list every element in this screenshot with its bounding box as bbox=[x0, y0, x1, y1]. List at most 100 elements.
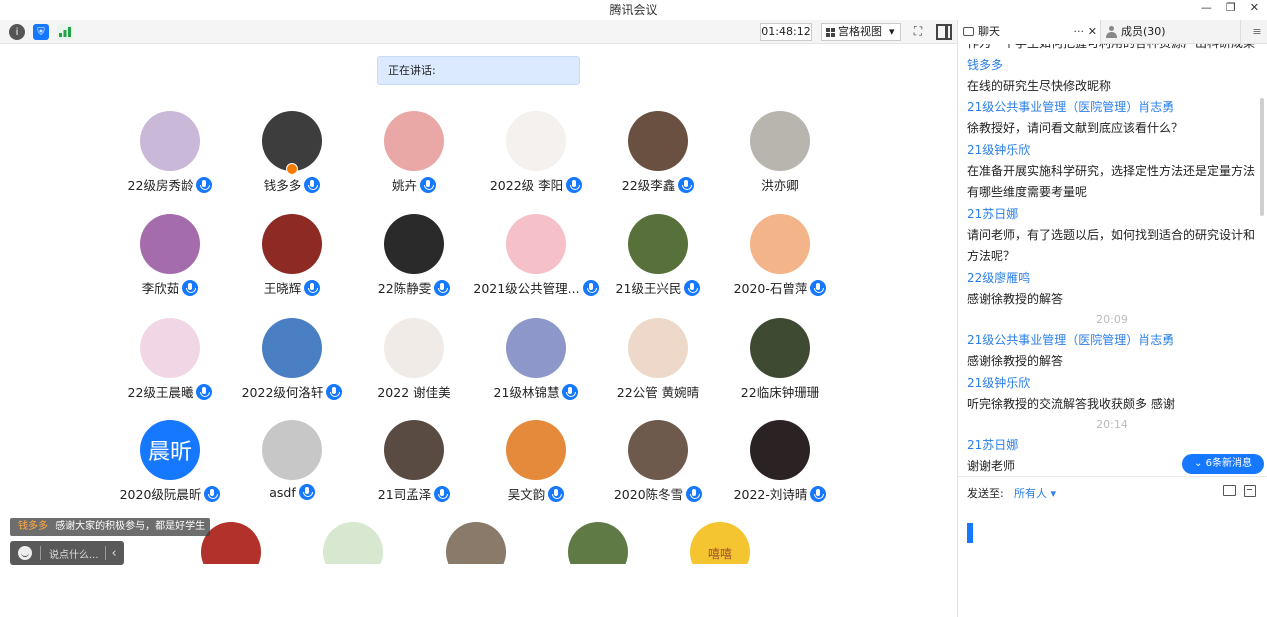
participant-tile[interactable]: 21级林锦慧 bbox=[466, 318, 606, 418]
avatar bbox=[628, 318, 688, 378]
chat-message-text: 徐教授好，请问看文献到底应该看什么？ bbox=[967, 121, 1184, 135]
participant-tile[interactable]: 22临床钟珊珊 bbox=[710, 318, 850, 418]
participant-tile[interactable] bbox=[446, 522, 506, 564]
sidebar-toggle-icon[interactable] bbox=[936, 24, 952, 40]
participant-tile[interactable]: 嘻嘻 bbox=[690, 522, 750, 564]
participant-tile[interactable] bbox=[568, 522, 628, 564]
avatar bbox=[506, 318, 566, 378]
fullscreen-icon[interactable]: ⛶ bbox=[910, 24, 926, 40]
participant-tile[interactable]: 2022-刘诗晴 bbox=[710, 420, 850, 520]
send-to-dropdown[interactable]: 所有人 ▾ bbox=[1014, 485, 1056, 501]
calendar-icon[interactable] bbox=[1244, 485, 1256, 497]
divider bbox=[104, 546, 106, 560]
chat-message-text: 在准备开展实施科学研究，选择定性方法还是定量方法有哪些维度需要考量呢 bbox=[967, 163, 1256, 200]
restore-button[interactable]: ❐ bbox=[1226, 1, 1236, 14]
participant-tile[interactable]: 22公管 黄婉晴 bbox=[588, 318, 728, 418]
participant-tile[interactable]: 李欣茹 bbox=[100, 214, 240, 314]
participant-name-row: 姚卉 bbox=[344, 175, 484, 194]
close-button[interactable]: ✕ bbox=[1250, 1, 1259, 14]
floating-message-text: 感谢大家的积极参与，都是好学生 bbox=[55, 521, 206, 532]
participant-tile[interactable] bbox=[201, 522, 261, 564]
panel-menu-icon[interactable]: ≡ bbox=[1248, 20, 1266, 44]
participant-tile[interactable]: 2022级 李阳 bbox=[466, 111, 606, 211]
window-controls: — ❐ ✕ bbox=[1201, 1, 1259, 14]
security-shield-icon[interactable]: ⛨ bbox=[33, 24, 49, 40]
participant-tile[interactable]: 姚卉 bbox=[344, 111, 484, 211]
microphone-icon bbox=[304, 279, 321, 296]
participant-name: 22陈静雯 bbox=[377, 281, 432, 296]
avatar bbox=[201, 522, 261, 564]
avatar bbox=[506, 111, 566, 171]
participant-tile[interactable]: 2020陈冬雪 bbox=[588, 420, 728, 520]
participant-tile[interactable]: 2020-石曾萍 bbox=[710, 214, 850, 314]
meeting-timer: 01:48:12 bbox=[760, 23, 812, 41]
participant-tile[interactable]: 2021级公共管理... bbox=[466, 214, 606, 314]
avatar bbox=[750, 111, 810, 171]
participant-name: 22临床钟珊珊 bbox=[740, 385, 820, 400]
participant-name: 21级王兴民 bbox=[615, 281, 682, 296]
participant-tile[interactable]: 22级李鑫 bbox=[588, 111, 728, 211]
avatar bbox=[140, 318, 200, 378]
network-signal-icon[interactable] bbox=[57, 24, 73, 40]
participant-name-row: 2020-石曾萍 bbox=[710, 278, 850, 297]
participant-tile[interactable]: 王晓辉 bbox=[222, 214, 362, 314]
participant-name: 21级林锦慧 bbox=[493, 385, 560, 400]
file-icon[interactable] bbox=[1223, 485, 1236, 496]
participant-tile[interactable]: 钱多多 bbox=[222, 111, 362, 211]
collapse-chevron-icon[interactable]: ‹ bbox=[112, 546, 117, 561]
chat-message-text: 在线的研究生尽快修改昵称 bbox=[967, 78, 1112, 93]
chat-messages: 作为一个学生如何把握可利用的各种资源产出科研成果钱多多在线的研究生尽快修改昵称 2… bbox=[967, 44, 1257, 472]
participant-name-row: 22公管 黄婉晴 bbox=[588, 382, 728, 401]
avatar bbox=[384, 111, 444, 171]
participant-name: 2022-刘诗晴 bbox=[733, 487, 808, 502]
participant-tile[interactable]: 2022级何洛轩 bbox=[222, 318, 362, 418]
new-messages-button[interactable]: ⌄ 6条新消息 bbox=[1182, 454, 1264, 474]
emoji-icon[interactable] bbox=[18, 546, 32, 560]
participant-tile[interactable]: 吴文韵 bbox=[466, 420, 606, 520]
avatar bbox=[506, 420, 566, 480]
participant-tile[interactable]: 22陈静雯 bbox=[344, 214, 484, 314]
quick-chat-placeholder[interactable]: 说点什么... bbox=[49, 546, 99, 561]
participant-tile[interactable]: 2022 谢佳美 bbox=[344, 318, 484, 418]
participant-name: 吴文韵 bbox=[507, 487, 546, 502]
participant-name-row: 21级林锦慧 bbox=[466, 382, 606, 401]
participant-tile[interactable]: 21级王兴民 bbox=[588, 214, 728, 314]
info-icon[interactable]: i bbox=[9, 24, 25, 40]
microphone-icon bbox=[810, 279, 827, 296]
participant-tile[interactable]: 22级王晨曦 bbox=[100, 318, 240, 418]
participant-tile[interactable]: 洪亦卿 bbox=[710, 111, 850, 211]
user-icon bbox=[1106, 26, 1117, 38]
chat-scrollbar[interactable] bbox=[1260, 98, 1264, 216]
avatar bbox=[140, 111, 200, 171]
chat-input-field[interactable] bbox=[967, 523, 973, 543]
quick-chat-box[interactable]: 说点什么... ‹ bbox=[10, 541, 124, 565]
participant-name: 2020陈冬雪 bbox=[613, 487, 684, 502]
tab-chat-label: 聊天 bbox=[978, 25, 1000, 38]
avatar bbox=[384, 214, 444, 274]
microphone-icon bbox=[686, 485, 703, 502]
participant-tile[interactable]: 晨昕 2020级阮晨昕 bbox=[100, 420, 240, 520]
close-tab-icon[interactable]: ✕ bbox=[1088, 20, 1097, 44]
more-options-icon[interactable]: ··· bbox=[1074, 20, 1085, 44]
participant-name-row: 2022-刘诗晴 bbox=[710, 484, 850, 503]
participant-name-row: 钱多多 bbox=[222, 175, 362, 194]
tab-members[interactable]: 成员(30) bbox=[1101, 20, 1241, 44]
minimize-button[interactable]: — bbox=[1201, 1, 1212, 14]
participant-name: 2022 谢佳美 bbox=[377, 385, 451, 400]
tab-chat[interactable]: 聊天 ··· ✕ bbox=[958, 20, 1101, 44]
participant-tile[interactable]: asdf bbox=[222, 420, 362, 520]
view-mode-button[interactable]: 宫格视图 ▾ bbox=[821, 23, 901, 41]
chat-sender-name: 21级公共事业管理（医院管理）肖志勇 bbox=[967, 333, 1175, 347]
participant-tile[interactable]: 21司孟泽 bbox=[344, 420, 484, 520]
avatar bbox=[262, 318, 322, 378]
microphone-icon bbox=[548, 485, 565, 502]
avatar bbox=[628, 420, 688, 480]
participant-name-row: 2022级 李阳 bbox=[466, 175, 606, 194]
participant-tile[interactable] bbox=[323, 522, 383, 564]
microphone-icon bbox=[420, 176, 436, 193]
participant-tile[interactable]: 22级房秀龄 bbox=[100, 111, 240, 211]
chevron-down-icon: ▾ bbox=[889, 25, 895, 38]
window-title: 腾讯会议 bbox=[609, 3, 658, 17]
participant-name-row: 22级王晨曦 bbox=[100, 382, 240, 401]
participant-name-row: asdf bbox=[222, 484, 362, 500]
